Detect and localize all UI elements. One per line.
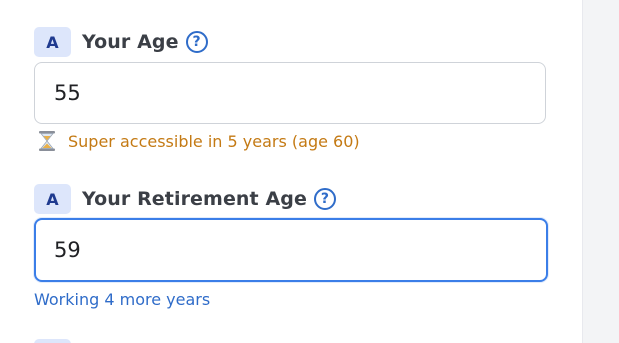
retirement-age-hint-text: Working 4 more years — [34, 290, 211, 309]
age-label: Your Age — [82, 31, 179, 53]
retirement-age-input[interactable] — [34, 218, 548, 282]
retirement-age-help-icon[interactable]: ? — [313, 188, 336, 210]
retirement-age-badge: A — [34, 184, 71, 214]
retirement-form-page: A Your Age ? Super accessible in 5 years… — [0, 0, 619, 343]
side-panel — [582, 0, 619, 343]
retirement-age-hint: Working 4 more years — [34, 290, 210, 309]
age-hint-text: Super accessible in 5 years (age 60) — [68, 131, 360, 151]
retirement-age-label-row: A Your Retirement Age ? — [34, 184, 336, 214]
age-input[interactable] — [34, 62, 546, 124]
age-help-icon[interactable]: ? — [185, 31, 208, 53]
age-badge: A — [34, 27, 71, 57]
retirement-age-label: Your Retirement Age — [82, 188, 307, 210]
next-field-badge — [34, 339, 71, 343]
age-hint: Super accessible in 5 years (age 60) — [34, 131, 360, 151]
age-label-row: A Your Age ? — [34, 27, 208, 57]
hourglass-icon — [39, 131, 55, 151]
